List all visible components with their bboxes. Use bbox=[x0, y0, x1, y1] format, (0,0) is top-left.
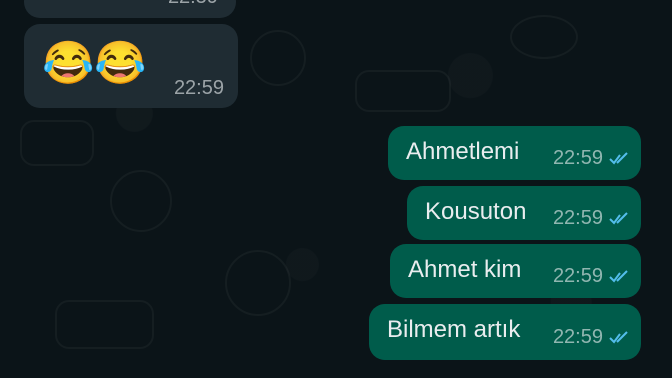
wallpaper-doodle bbox=[355, 70, 451, 112]
message-meta: 22:59 bbox=[168, 0, 218, 9]
wallpaper-doodle bbox=[250, 30, 306, 86]
message-text: Kousuton bbox=[425, 198, 527, 225]
message-text: Ahmetlemi bbox=[406, 138, 520, 165]
double-check-icon bbox=[609, 330, 628, 344]
message-meta: 22:59 bbox=[553, 326, 631, 349]
wallpaper-doodle bbox=[110, 170, 172, 232]
message-meta: 22:59 bbox=[553, 207, 631, 230]
message-text: Bilmem artık bbox=[387, 316, 521, 343]
message-time: 22:59 bbox=[168, 0, 218, 9]
message-meta: 22:59 bbox=[174, 77, 224, 100]
wallpaper-doodle bbox=[20, 120, 94, 166]
message-time: 22:59 bbox=[552, 147, 603, 169]
double-check-icon bbox=[609, 211, 628, 225]
wallpaper-doodle bbox=[225, 250, 291, 316]
wallpaper-doodle bbox=[510, 15, 578, 59]
outgoing-message-bubble[interactable]: Bilmem artık 22:59 bbox=[369, 304, 641, 360]
message-meta: 22:59 bbox=[553, 147, 631, 170]
incoming-emoji-message[interactable]: 😂😂 22:59 bbox=[24, 24, 238, 108]
outgoing-message-bubble[interactable]: Ahmetlemi 22:59 bbox=[388, 126, 641, 180]
incoming-message-bubble[interactable]: 22:59 bbox=[24, 0, 236, 18]
message-meta: 22:59 bbox=[553, 265, 631, 288]
message-time: 22:59 bbox=[552, 207, 603, 229]
double-check-icon bbox=[609, 269, 628, 283]
message-time: 22:59 bbox=[552, 326, 603, 348]
wallpaper-doodle bbox=[55, 300, 154, 349]
laughing-emoji: 😂😂 bbox=[42, 39, 147, 86]
message-text: Ahmet kim bbox=[408, 256, 522, 283]
message-time: 22:59 bbox=[173, 77, 224, 99]
outgoing-message-bubble[interactable]: Kousuton 22:59 bbox=[407, 186, 641, 240]
double-check-icon bbox=[609, 151, 628, 165]
message-time: 22:59 bbox=[552, 265, 603, 287]
outgoing-message-bubble[interactable]: Ahmet kim 22:59 bbox=[390, 244, 641, 298]
